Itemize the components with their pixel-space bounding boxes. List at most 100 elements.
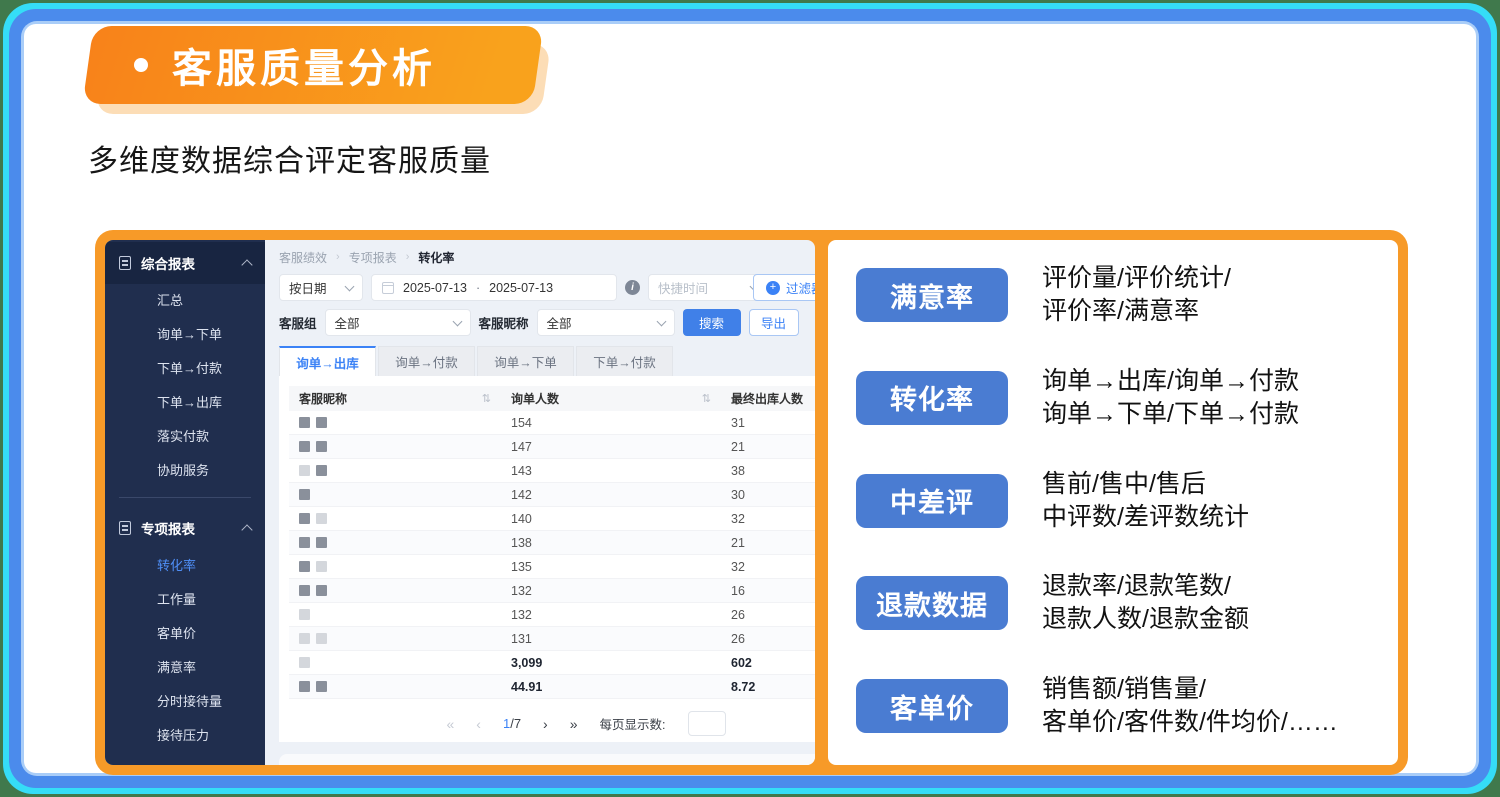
info-icon[interactable]: i xyxy=(625,280,640,295)
sidebar-item-下单→付款[interactable]: 下单→付款 xyxy=(105,352,265,386)
main-panel: 综合报表汇总询单→下单下单→付款下单→出库落实付款协助服务专项报表转化率工作量客… xyxy=(95,230,1408,775)
tab-询单→出库[interactable]: 询单→出库 xyxy=(279,346,376,376)
table-row[interactable]: 13821 xyxy=(289,531,815,555)
sidebar-item-转化率[interactable]: 转化率 xyxy=(105,549,265,583)
date-range-input[interactable]: 2025-07-13 · 2025-07-13 xyxy=(371,274,617,301)
inquiry-count-cell: 143 xyxy=(501,464,721,478)
nickname-label: 客服昵称 xyxy=(479,313,529,332)
next-page-button[interactable]: › xyxy=(543,716,548,732)
redacted-name-block xyxy=(299,417,310,428)
table-row[interactable]: 15431 xyxy=(289,411,815,435)
feature-button-转化率[interactable]: 转化率 xyxy=(856,371,1008,425)
redacted-name-block xyxy=(299,657,310,668)
nickname-select[interactable]: 全部 xyxy=(537,309,675,336)
sidebar-item-工作量[interactable]: 工作量 xyxy=(105,583,265,617)
last-page-button[interactable]: » xyxy=(570,716,578,732)
sidebar-divider xyxy=(119,497,251,498)
inquiry-count-cell: 44.91 xyxy=(501,680,721,694)
table-row[interactable]: 14338 xyxy=(289,459,815,483)
nickname-cell xyxy=(289,585,501,596)
table-row[interactable]: 13216 xyxy=(289,579,815,603)
redacted-name-block xyxy=(299,585,310,596)
export-button[interactable]: 导出 xyxy=(749,309,799,336)
redacted-name-block xyxy=(299,537,310,548)
first-page-button[interactable]: « xyxy=(446,716,454,732)
breadcrumb-separator: › xyxy=(406,251,410,263)
table-row[interactable]: 13126 xyxy=(289,627,815,651)
table-header-final[interactable]: 最终出库人数 xyxy=(721,390,815,407)
feature-button-中差评[interactable]: 中差评 xyxy=(856,474,1008,528)
tab-询单→下单[interactable]: 询单→下单 xyxy=(477,346,574,376)
feature-row: 客单价销售额/销售量/客单价/客件数/件均价/…… xyxy=(856,673,1390,739)
sidebar-item-汇总[interactable]: 汇总 xyxy=(105,284,265,318)
filter-row-1: 按日期 2025-07-13 · 2025-07-13 i 快捷时间 xyxy=(279,274,815,301)
feature-description: 询单→出库/询单→付款询单→下单/下单→付款 xyxy=(1042,365,1299,431)
table-row[interactable]: 14721 xyxy=(289,435,815,459)
final-outbound-cell: 26 xyxy=(721,608,815,622)
feature-button-退款数据[interactable]: 退款数据 xyxy=(856,576,1008,630)
sort-icon[interactable]: ⇅ xyxy=(482,392,491,405)
sidebar-item-协助服务[interactable]: 协助服务 xyxy=(105,454,265,488)
sort-icon[interactable]: ⇅ xyxy=(702,392,711,405)
prev-page-button[interactable]: ‹ xyxy=(476,716,481,732)
date-mode-select[interactable]: 按日期 xyxy=(279,274,363,301)
plus-circle-icon: + xyxy=(766,281,780,295)
sidebar-item-询单→下单[interactable]: 询单→下单 xyxy=(105,318,265,352)
redacted-name-block xyxy=(316,585,327,596)
sidebar-item-分时接待量[interactable]: 分时接待量 xyxy=(105,685,265,719)
nickname-cell xyxy=(289,561,501,572)
total-pages: 7 xyxy=(514,716,521,731)
table-row[interactable]: 13226 xyxy=(289,603,815,627)
table-row[interactable]: 44.918.72 xyxy=(289,675,815,699)
chevron-up-icon xyxy=(241,259,252,270)
sidebar-item-落实付款[interactable]: 落实付款 xyxy=(105,420,265,454)
group-select[interactable]: 全部 xyxy=(325,309,471,336)
final-outbound-cell: 602 xyxy=(721,656,815,670)
nickname-cell xyxy=(289,417,501,428)
sidebar-item-接待压力[interactable]: 接待压力 xyxy=(105,719,265,753)
redacted-name-block xyxy=(299,609,310,620)
tab-询单→付款[interactable]: 询单→付款 xyxy=(378,346,475,376)
sidebar-section-header[interactable]: 专项报表 xyxy=(105,507,265,549)
feature-button-客单价[interactable]: 客单价 xyxy=(856,679,1008,733)
sidebar-item-客单价[interactable]: 客单价 xyxy=(105,617,265,651)
inquiry-count-cell: 140 xyxy=(501,512,721,526)
redacted-name-block xyxy=(299,489,310,500)
sidebar-item-下单→出库[interactable]: 下单→出库 xyxy=(105,386,265,420)
sidebar-item-满意率[interactable]: 满意率 xyxy=(105,651,265,685)
table-header-row: 客服昵称 ⇅ 询单人数 ⇅ 最终出库人数 xyxy=(289,386,815,411)
redacted-name-block xyxy=(316,441,327,452)
group-label: 客服组 xyxy=(279,313,317,332)
nickname-cell xyxy=(289,633,501,644)
table-row[interactable]: 3,099602 xyxy=(289,651,815,675)
search-button[interactable]: 搜索 xyxy=(683,309,741,336)
sidebar-section-title: 专项报表 xyxy=(141,518,195,538)
per-page-label: 每页显示数: xyxy=(600,714,666,733)
inquiry-count-cell: 132 xyxy=(501,608,721,622)
table-row[interactable]: 14230 xyxy=(289,483,815,507)
calendar-icon xyxy=(382,282,394,294)
breadcrumb-separator: › xyxy=(336,251,340,263)
page-subtitle: 多维度数据综合评定客服质量 xyxy=(88,136,491,180)
table-header-inquiry[interactable]: 询单人数 ⇅ xyxy=(501,390,721,407)
table-row[interactable]: 14032 xyxy=(289,507,815,531)
sidebar-section-header[interactable]: 综合报表 xyxy=(105,242,265,284)
date-start-value: 2025-07-13 xyxy=(403,281,467,295)
redacted-name-block xyxy=(316,465,327,476)
nickname-cell xyxy=(289,609,501,620)
tab-下单→付款[interactable]: 下单→付款 xyxy=(576,346,673,376)
per-page-input[interactable] xyxy=(688,711,726,736)
nickname-cell xyxy=(289,657,501,668)
nickname-value: 全部 xyxy=(547,313,572,332)
table-row[interactable]: 13532 xyxy=(289,555,815,579)
nickname-cell xyxy=(289,441,501,452)
filter-button[interactable]: + 过滤器 xyxy=(753,274,815,301)
quick-time-select[interactable]: 快捷时间 xyxy=(648,274,768,301)
page-title: 客服质量分析 xyxy=(172,36,436,94)
inquiry-count-cell: 131 xyxy=(501,632,721,646)
table-header-nickname[interactable]: 客服昵称 ⇅ xyxy=(289,390,501,407)
breadcrumb-item[interactable]: 专项报表 xyxy=(349,249,397,266)
breadcrumb-item[interactable]: 客服绩效 xyxy=(279,249,327,266)
trend-chart-section: 趋势图 xyxy=(279,754,815,765)
feature-button-满意率[interactable]: 满意率 xyxy=(856,268,1008,322)
